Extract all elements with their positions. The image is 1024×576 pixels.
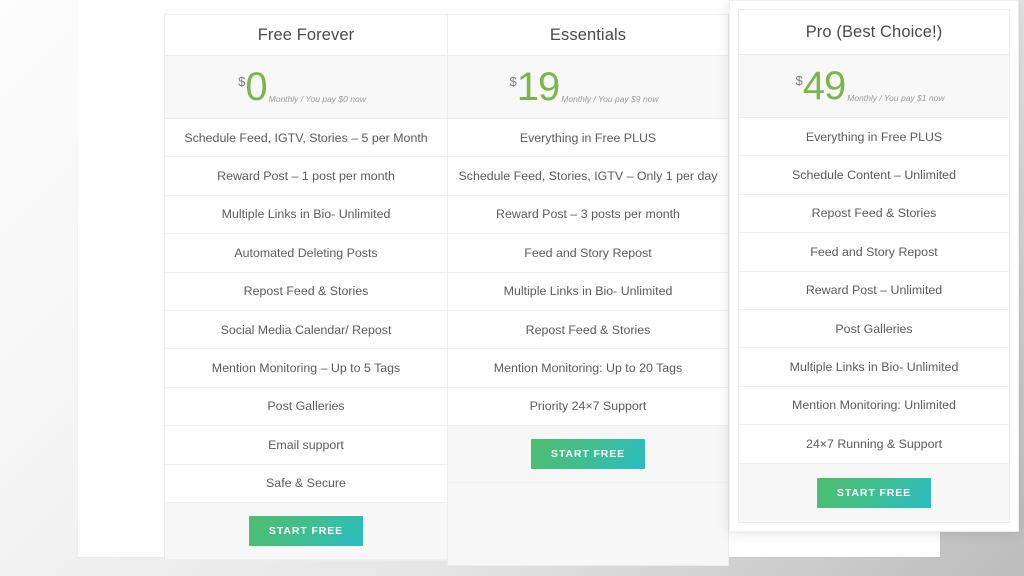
- cta-row-free: START FREE: [165, 502, 447, 560]
- feature-row: Priority 24×7 Support: [448, 387, 728, 427]
- price-amount: 49: [802, 64, 846, 108]
- feature-row: Email support: [165, 426, 447, 465]
- feature-row: Repost Feed & Stories: [165, 272, 447, 311]
- pricing-card-pro-inner: Pro (Best Choice!) $ 49 Monthly / You pa…: [738, 9, 1010, 523]
- feature-row: Everything in Free PLUS: [448, 119, 728, 158]
- start-free-button-essentials[interactable]: START FREE: [530, 439, 646, 470]
- price-note: Monthly / You pay $1 now: [847, 93, 945, 103]
- feature-row: Multiple Links in Bio- Unlimited: [165, 195, 447, 235]
- feature-row: Safe & Secure: [165, 464, 447, 503]
- price-amount: 19: [516, 65, 560, 109]
- price-amount: 0: [245, 65, 267, 109]
- feature-row: Repost Feed & Stories: [448, 310, 728, 350]
- feature-row: Schedule Feed, Stories, IGTV – Only 1 pe…: [448, 157, 728, 196]
- plan-price-essentials: $ 19 Monthly / You pay $9 now: [448, 56, 728, 119]
- feature-row: Post Galleries: [739, 309, 1009, 349]
- feature-row: Multiple Links in Bio- Unlimited: [448, 272, 728, 311]
- feature-row: Automated Deleting Posts: [165, 234, 447, 273]
- screen-background: Free Forever $ 0 Monthly / You pay $0 no…: [0, 0, 1024, 576]
- plan-title-essentials: Essentials: [448, 15, 728, 56]
- page-panel: Free Forever $ 0 Monthly / You pay $0 no…: [78, 0, 1019, 567]
- currency-symbol: $: [238, 74, 246, 89]
- feature-row: Post Galleries: [165, 387, 447, 427]
- feature-row: Mention Monitoring: Unlimited: [739, 386, 1009, 426]
- feature-row: Mention Monitoring – Up to 5 Tags: [165, 349, 447, 388]
- price-note: Monthly / You pay $9 now: [561, 94, 659, 104]
- feature-row: Multiple Links in Bio- Unlimited: [739, 348, 1009, 387]
- pricing-card-free: Free Forever $ 0 Monthly / You pay $0 no…: [164, 14, 447, 561]
- feature-row: Reward Post – 1 post per month: [165, 157, 447, 196]
- feature-row: Social Media Calendar/ Repost: [165, 310, 447, 350]
- pricing-table: Free Forever $ 0 Monthly / You pay $0 no…: [164, 0, 1019, 567]
- feature-row: Feed and Story Repost: [739, 233, 1009, 272]
- start-free-button-pro[interactable]: START FREE: [816, 477, 932, 508]
- feature-row: Feed and Story Repost: [448, 234, 728, 273]
- column-tail-essentials: [448, 483, 728, 566]
- feature-row: Mention Monitoring: Up to 20 Tags: [448, 349, 728, 388]
- cta-row-essentials: START FREE: [448, 426, 728, 484]
- currency-symbol: $: [509, 74, 517, 89]
- pricing-column-free: Free Forever $ 0 Monthly / You pay $0 no…: [164, 14, 447, 561]
- pricing-column-essentials: Essentials $ 19 Monthly / You pay $9 now…: [447, 14, 729, 567]
- feature-row: Reward Post – Unlimited: [739, 271, 1009, 310]
- start-free-button-free[interactable]: START FREE: [248, 515, 364, 546]
- feature-row: Repost Feed & Stories: [739, 194, 1009, 234]
- pricing-card-essentials: Essentials $ 19 Monthly / You pay $9 now…: [447, 14, 729, 567]
- feature-row: Schedule Content – Unlimited: [739, 156, 1009, 195]
- feature-row: 24×7 Running & Support: [739, 425, 1009, 464]
- feature-row: Everything in Free PLUS: [739, 118, 1009, 157]
- cta-row-pro: START FREE: [739, 463, 1009, 522]
- feature-row: Reward Post – 3 posts per month: [448, 195, 728, 235]
- feature-row: Schedule Feed, IGTV, Stories – 5 per Mon…: [165, 119, 447, 158]
- plan-title-free: Free Forever: [165, 15, 447, 56]
- currency-symbol: $: [795, 73, 803, 88]
- plan-title-pro: Pro (Best Choice!): [739, 10, 1009, 55]
- price-note: Monthly / You pay $0 now: [268, 94, 366, 104]
- plan-price-free: $ 0 Monthly / You pay $0 now: [165, 56, 447, 119]
- pricing-card-pro: Pro (Best Choice!) $ 49 Monthly / You pa…: [729, 0, 1019, 532]
- plan-price-pro: $ 49 Monthly / You pay $1 now: [739, 55, 1009, 118]
